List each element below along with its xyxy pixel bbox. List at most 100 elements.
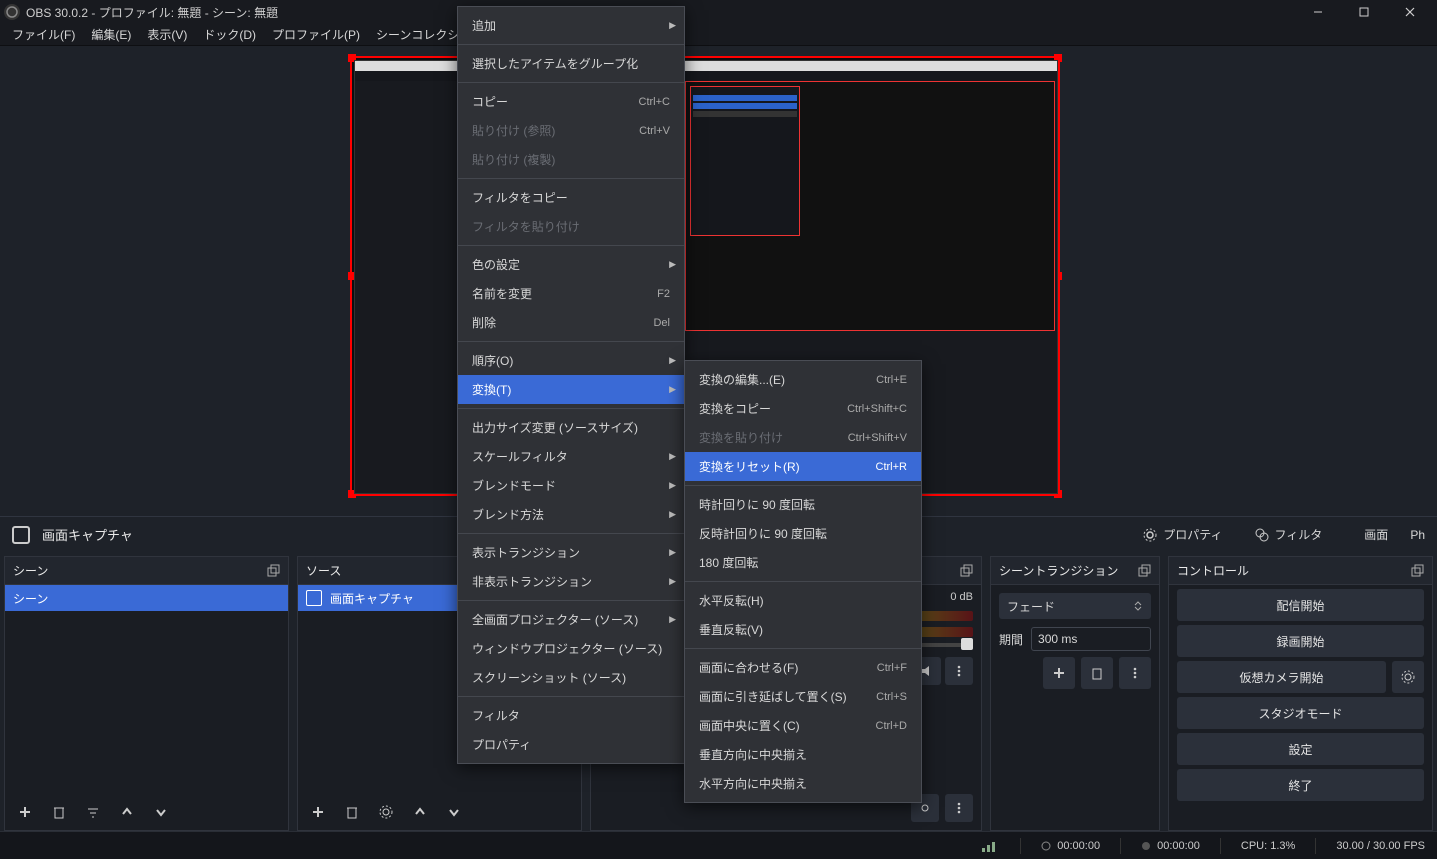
- menu-file[interactable]: ファイル(F): [4, 24, 83, 45]
- settings-button[interactable]: 設定: [1177, 733, 1424, 765]
- mixer-options-button[interactable]: [945, 657, 973, 685]
- gear-icon: [1401, 670, 1415, 684]
- ctx-group-selected[interactable]: 選択したアイテムをグループ化: [458, 49, 684, 78]
- mixer-channel-db: 0 dB: [950, 591, 973, 609]
- ctx-copy-filters[interactable]: フィルタをコピー: [458, 183, 684, 212]
- ctx-rotate-cw[interactable]: 時計回りに 90 度回転: [685, 490, 921, 519]
- current-source-label: 画面キャプチャ: [42, 525, 133, 544]
- ctx-show-transition[interactable]: 表示トランジション: [458, 538, 684, 567]
- menu-edit[interactable]: 編集(E): [83, 24, 139, 45]
- studio-mode-button[interactable]: スタジオモード: [1177, 697, 1424, 729]
- popout-icon[interactable]: [266, 564, 280, 578]
- source-properties-button[interactable]: [372, 798, 400, 826]
- add-transition-button[interactable]: [1043, 657, 1075, 689]
- scene-filters-button[interactable]: [79, 798, 107, 826]
- ctx-transform[interactable]: 変換(T): [458, 375, 684, 404]
- move-scene-down-button[interactable]: [147, 798, 175, 826]
- exit-button[interactable]: 終了: [1177, 769, 1424, 801]
- ctx-paste-filters[interactable]: フィルタを貼り付け: [458, 212, 684, 241]
- ctx-reset-transform[interactable]: 変換をリセット(R)Ctrl+R: [685, 452, 921, 481]
- ctx-blend-method[interactable]: ブレンド方法: [458, 500, 684, 529]
- window-title: OBS 30.0.2 - プロファイル: 無題 - シーン: 無題: [26, 4, 278, 21]
- ctx-center-to-screen[interactable]: 画面中央に置く(C)Ctrl+D: [685, 711, 921, 740]
- dots-icon: [952, 664, 966, 678]
- ctx-rotate-ccw[interactable]: 反時計回りに 90 度回転: [685, 519, 921, 548]
- transitions-title: シーントランジション: [999, 562, 1118, 579]
- remove-transition-button[interactable]: [1081, 657, 1113, 689]
- ctx-delete[interactable]: 削除Del: [458, 308, 684, 337]
- ctx-rotate-180[interactable]: 180 度回転: [685, 548, 921, 577]
- ctx-fit-to-screen[interactable]: 画面に合わせる(F)Ctrl+F: [685, 653, 921, 682]
- monitor-icon: [12, 526, 30, 544]
- remove-scene-button[interactable]: [45, 798, 73, 826]
- sources-title: ソース: [306, 562, 341, 579]
- status-bar: 00:00:00 00:00:00 CPU: 1.3% 30.00 / 30.0…: [0, 831, 1437, 859]
- ctx-edit-transform[interactable]: 変換の編集...(E)Ctrl+E: [685, 365, 921, 394]
- transition-duration-input[interactable]: 300 ms: [1031, 627, 1151, 651]
- controls-panel: コントロール 配信開始 録画開始 仮想カメラ開始 スタジオモード 設定 終了: [1168, 556, 1433, 831]
- ctx-properties[interactable]: プロパティ: [458, 730, 684, 759]
- scene-item[interactable]: シーン: [5, 585, 288, 611]
- ctx-center-vertical[interactable]: 垂直方向に中央揃え: [685, 740, 921, 769]
- menu-profile[interactable]: プロファイル(P): [264, 24, 368, 45]
- add-source-button[interactable]: [304, 798, 332, 826]
- transition-select[interactable]: フェード: [999, 593, 1151, 619]
- ctx-window-projector[interactable]: ウィンドウプロジェクター (ソース): [458, 634, 684, 663]
- ctx-screenshot[interactable]: スクリーンショット (ソース): [458, 663, 684, 692]
- move-source-down-button[interactable]: [440, 798, 468, 826]
- ctx-paste-dup[interactable]: 貼り付け (複製): [458, 145, 684, 174]
- monitor-icon: [306, 590, 322, 606]
- ctx-copy[interactable]: コピーCtrl+C: [458, 87, 684, 116]
- scenes-panel: シーン シーン: [4, 556, 289, 831]
- ctx-paste-transform[interactable]: 変換を貼り付けCtrl+Shift+V: [685, 423, 921, 452]
- ctx-paste-ref[interactable]: 貼り付け (参照)Ctrl+V: [458, 116, 684, 145]
- popout-icon[interactable]: [959, 564, 973, 578]
- ctx-hide-transition[interactable]: 非表示トランジション: [458, 567, 684, 596]
- filters-button[interactable]: フィルタ: [1245, 522, 1333, 547]
- ctx-color-settings[interactable]: 色の設定: [458, 250, 684, 279]
- properties-button[interactable]: プロパティ: [1133, 522, 1232, 547]
- ctx-flip-horizontal[interactable]: 水平反転(H): [685, 586, 921, 615]
- start-virtual-camera-button[interactable]: 仮想カメラ開始: [1177, 661, 1386, 693]
- mixer-menu-button[interactable]: [945, 794, 973, 822]
- move-scene-up-button[interactable]: [113, 798, 141, 826]
- start-streaming-button[interactable]: 配信開始: [1177, 589, 1424, 621]
- menu-bar: ファイル(F) 編集(E) 表示(V) ドック(D) プロファイル(P) シーン…: [0, 24, 1437, 46]
- menu-dock[interactable]: ドック(D): [195, 24, 264, 45]
- ctx-center-horizontal[interactable]: 水平方向に中央揃え: [685, 769, 921, 798]
- maximize-button[interactable]: [1341, 0, 1387, 24]
- ctx-flip-vertical[interactable]: 垂直反転(V): [685, 615, 921, 644]
- ctx-order[interactable]: 順序(O): [458, 346, 684, 375]
- gear-icon: [1143, 528, 1157, 542]
- ctx-add[interactable]: 追加: [458, 11, 684, 40]
- ctx-copy-transform[interactable]: 変換をコピーCtrl+Shift+C: [685, 394, 921, 423]
- status-cpu: CPU: 1.3%: [1241, 840, 1295, 852]
- ctx-stretch-to-screen[interactable]: 画面に引き延ばして置く(S)Ctrl+S: [685, 682, 921, 711]
- start-recording-button[interactable]: 録画開始: [1177, 625, 1424, 657]
- controls-title: コントロール: [1177, 562, 1249, 579]
- ctx-filters[interactable]: フィルタ: [458, 701, 684, 730]
- remove-source-button[interactable]: [338, 798, 366, 826]
- ctx-fullscreen-projector[interactable]: 全画面プロジェクター (ソース): [458, 605, 684, 634]
- filters-icon: [1255, 528, 1269, 542]
- ctx-resize-output[interactable]: 出力サイズ変更 (ソースサイズ): [458, 413, 684, 442]
- gear-icon: [918, 801, 932, 815]
- move-source-up-button[interactable]: [406, 798, 434, 826]
- popout-icon[interactable]: [1410, 564, 1424, 578]
- screen-value: Ph: [1410, 528, 1425, 542]
- title-bar: OBS 30.0.2 - プロファイル: 無題 - シーン: 無題: [0, 0, 1437, 24]
- minimize-button[interactable]: [1295, 0, 1341, 24]
- menu-view[interactable]: 表示(V): [139, 24, 195, 45]
- scenes-title: シーン: [13, 562, 48, 579]
- close-button[interactable]: [1387, 0, 1433, 24]
- rec-dot-icon: [1141, 841, 1151, 851]
- ctx-scale-filter[interactable]: スケールフィルタ: [458, 442, 684, 471]
- live-dot-icon: [1041, 841, 1051, 851]
- ctx-blend-mode[interactable]: ブレンドモード: [458, 471, 684, 500]
- virtual-camera-settings-button[interactable]: [1392, 661, 1424, 693]
- popout-icon[interactable]: [1137, 564, 1151, 578]
- add-scene-button[interactable]: [11, 798, 39, 826]
- ctx-rename[interactable]: 名前を変更F2: [458, 279, 684, 308]
- status-fps: 30.00 / 30.00 FPS: [1336, 840, 1425, 852]
- transition-properties-button[interactable]: [1119, 657, 1151, 689]
